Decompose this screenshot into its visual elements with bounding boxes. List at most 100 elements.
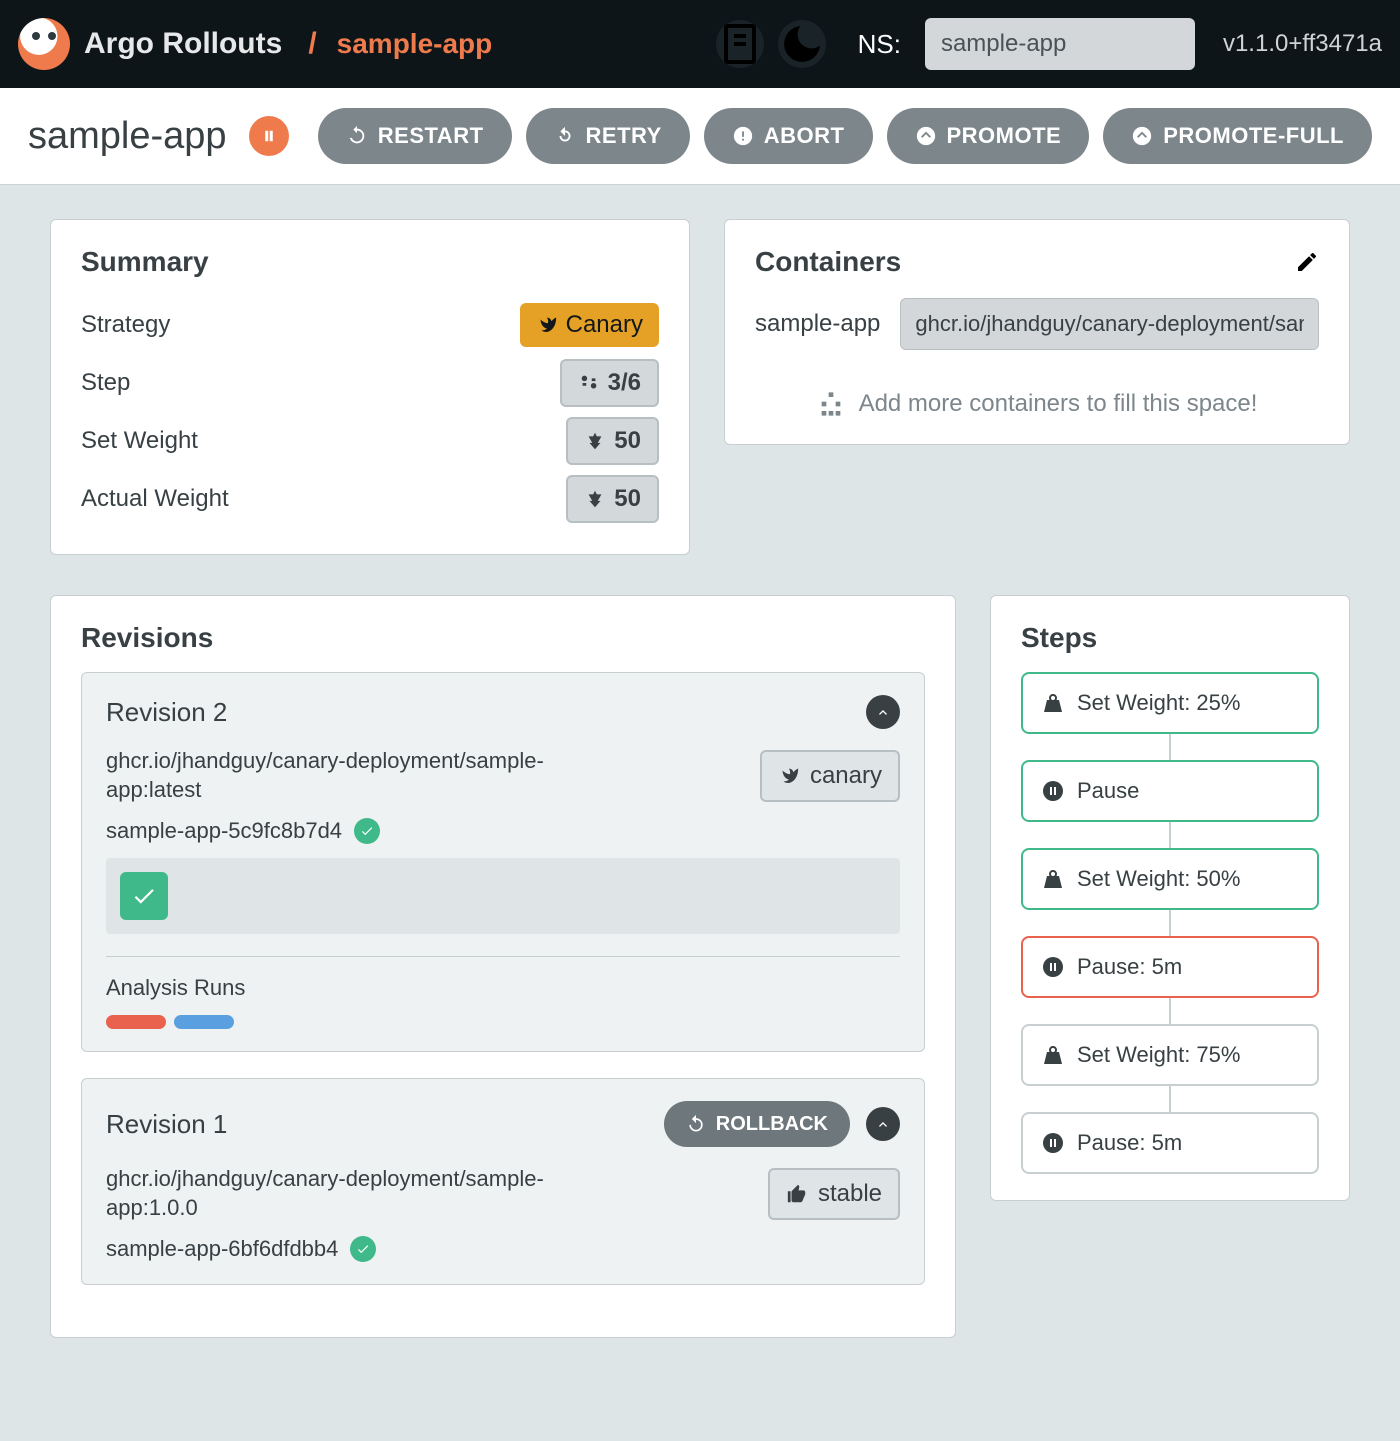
weight-icon	[1041, 867, 1065, 891]
summary-title: Summary	[81, 246, 659, 278]
replicaset-name: sample-app-6bf6dfdbb4	[106, 1236, 338, 1262]
restart-button[interactable]: RESTART	[318, 108, 512, 164]
step-connector	[1169, 822, 1171, 848]
revision-tag-chip: canary	[760, 750, 900, 802]
replicaset-line: sample-app-6bf6dfdbb4	[106, 1236, 900, 1262]
edit-containers-button[interactable]	[1295, 250, 1319, 274]
steps-card: Steps Set Weight: 25%PauseSet Weight: 50…	[990, 595, 1350, 1201]
revision-tag: canary	[810, 762, 882, 790]
step-item[interactable]: Pause: 5m	[1021, 1112, 1319, 1174]
version-text: v1.1.0+ff3471a	[1223, 30, 1382, 58]
scale-icon	[584, 488, 606, 510]
revision-image: ghcr.io/jhandguy/canary-deployment/sampl…	[106, 747, 626, 804]
revision-panel: Revision 1 ROLLBACK ghcr.io/jhandguy/can…	[81, 1078, 925, 1285]
step-label: Step	[81, 369, 130, 397]
page-title: sample-app	[28, 115, 227, 158]
containers-empty-hint: Add more containers to fill this space!	[755, 390, 1319, 418]
step-item[interactable]: Pause: 5m	[1021, 936, 1319, 998]
check-icon	[131, 883, 157, 909]
container-image-input[interactable]	[900, 298, 1319, 350]
promote-full-button[interactable]: PROMOTE-FULL	[1103, 108, 1372, 164]
namespace-label: NS:	[858, 29, 901, 60]
brand-title: Argo Rollouts	[84, 27, 282, 61]
steps-icon	[578, 372, 600, 394]
status-badge-paused	[249, 116, 289, 156]
argo-logo	[18, 18, 70, 70]
steps-list: Set Weight: 25% Pause Set Weight: 50% Pause…	[1021, 672, 1319, 1174]
pause-icon	[260, 127, 278, 145]
retry-button[interactable]: RETRY	[526, 108, 690, 164]
actual-weight-value: 50	[614, 485, 641, 513]
revision-panel: Revision 2 ghcr.io/jhandguy/canary-deplo…	[81, 672, 925, 1052]
revision-title: Revision 1	[106, 1109, 227, 1140]
page-header: sample-app RESTART RETRY ABORT PROMOTE P…	[0, 88, 1400, 185]
analysis-bars	[106, 1015, 900, 1029]
promote-label: PROMOTE	[947, 123, 1062, 149]
retry-icon	[554, 125, 576, 147]
step-item[interactable]: Set Weight: 75%	[1021, 1024, 1319, 1086]
step-connector	[1169, 998, 1171, 1024]
pod-strip	[106, 858, 900, 934]
book-icon	[716, 20, 764, 68]
scale-icon	[584, 430, 606, 452]
step-item[interactable]: Set Weight: 25%	[1021, 672, 1319, 734]
status-ok-icon	[350, 1236, 376, 1262]
strategy-chip: Canary	[520, 303, 659, 347]
chevron-up-icon	[875, 1116, 891, 1132]
pause-icon	[1041, 1131, 1065, 1155]
pod-status-ok[interactable]	[120, 872, 168, 920]
analysis-run-failed[interactable]	[106, 1015, 166, 1029]
containers-title: Containers	[755, 246, 901, 278]
promote-full-label: PROMOTE-FULL	[1163, 123, 1344, 149]
analysis-run-running[interactable]	[174, 1015, 234, 1029]
step-value: 3/6	[608, 369, 641, 397]
container-name: sample-app	[755, 310, 880, 338]
pencil-icon	[1295, 250, 1319, 274]
set-weight-label: Set Weight	[81, 427, 198, 455]
set-weight-chip: 50	[566, 417, 659, 465]
step-label: Set Weight: 75%	[1077, 1042, 1240, 1068]
revision-tag: stable	[818, 1180, 882, 1208]
pause-icon	[1041, 779, 1065, 803]
container-row: sample-app	[755, 298, 1319, 350]
step-label: Set Weight: 50%	[1077, 866, 1240, 892]
step-connector	[1169, 910, 1171, 936]
promote-full-icon	[1131, 125, 1153, 147]
summary-card: Summary Strategy Canary Step 3/6 Set Wei…	[50, 219, 690, 555]
actual-weight-label: Actual Weight	[81, 485, 229, 513]
docs-button[interactable]	[716, 20, 764, 68]
breadcrumb-app[interactable]: sample-app	[337, 28, 493, 60]
set-weight-value: 50	[614, 427, 641, 455]
rollback-button[interactable]: ROLLBACK	[664, 1101, 850, 1147]
refresh-icon	[346, 125, 368, 147]
undo-icon	[686, 1114, 706, 1134]
analysis-runs-title: Analysis Runs	[106, 975, 900, 1001]
rollback-label: ROLLBACK	[716, 1113, 828, 1136]
strategy-value: Canary	[566, 311, 643, 339]
abort-button[interactable]: ABORT	[704, 108, 873, 164]
namespace-input[interactable]	[925, 18, 1195, 70]
replicaset-line: sample-app-5c9fc8b7d4	[106, 818, 900, 844]
abort-icon	[732, 125, 754, 147]
collapse-button[interactable]	[866, 1107, 900, 1141]
step-label: Pause: 5m	[1077, 954, 1182, 980]
chevron-up-icon	[875, 704, 891, 720]
boxes-icon	[817, 390, 845, 418]
promote-icon	[915, 125, 937, 147]
pause-icon	[1041, 955, 1065, 979]
promote-button[interactable]: PROMOTE	[887, 108, 1090, 164]
step-label: Set Weight: 25%	[1077, 690, 1240, 716]
collapse-button[interactable]	[866, 695, 900, 729]
containers-hint-text: Add more containers to fill this space!	[859, 390, 1258, 418]
retry-label: RETRY	[586, 123, 662, 149]
abort-label: ABORT	[764, 123, 845, 149]
step-connector	[1169, 1086, 1171, 1112]
step-item[interactable]: Set Weight: 50%	[1021, 848, 1319, 910]
step-label: Pause: 5m	[1077, 1130, 1182, 1156]
weight-icon	[1041, 1043, 1065, 1067]
revisions-card: Revisions Revision 2 ghcr.io/jhandguy/ca…	[50, 595, 956, 1338]
theme-toggle[interactable]	[778, 20, 826, 68]
step-item[interactable]: Pause	[1021, 760, 1319, 822]
dove-icon	[778, 765, 800, 787]
dove-icon	[536, 314, 558, 336]
